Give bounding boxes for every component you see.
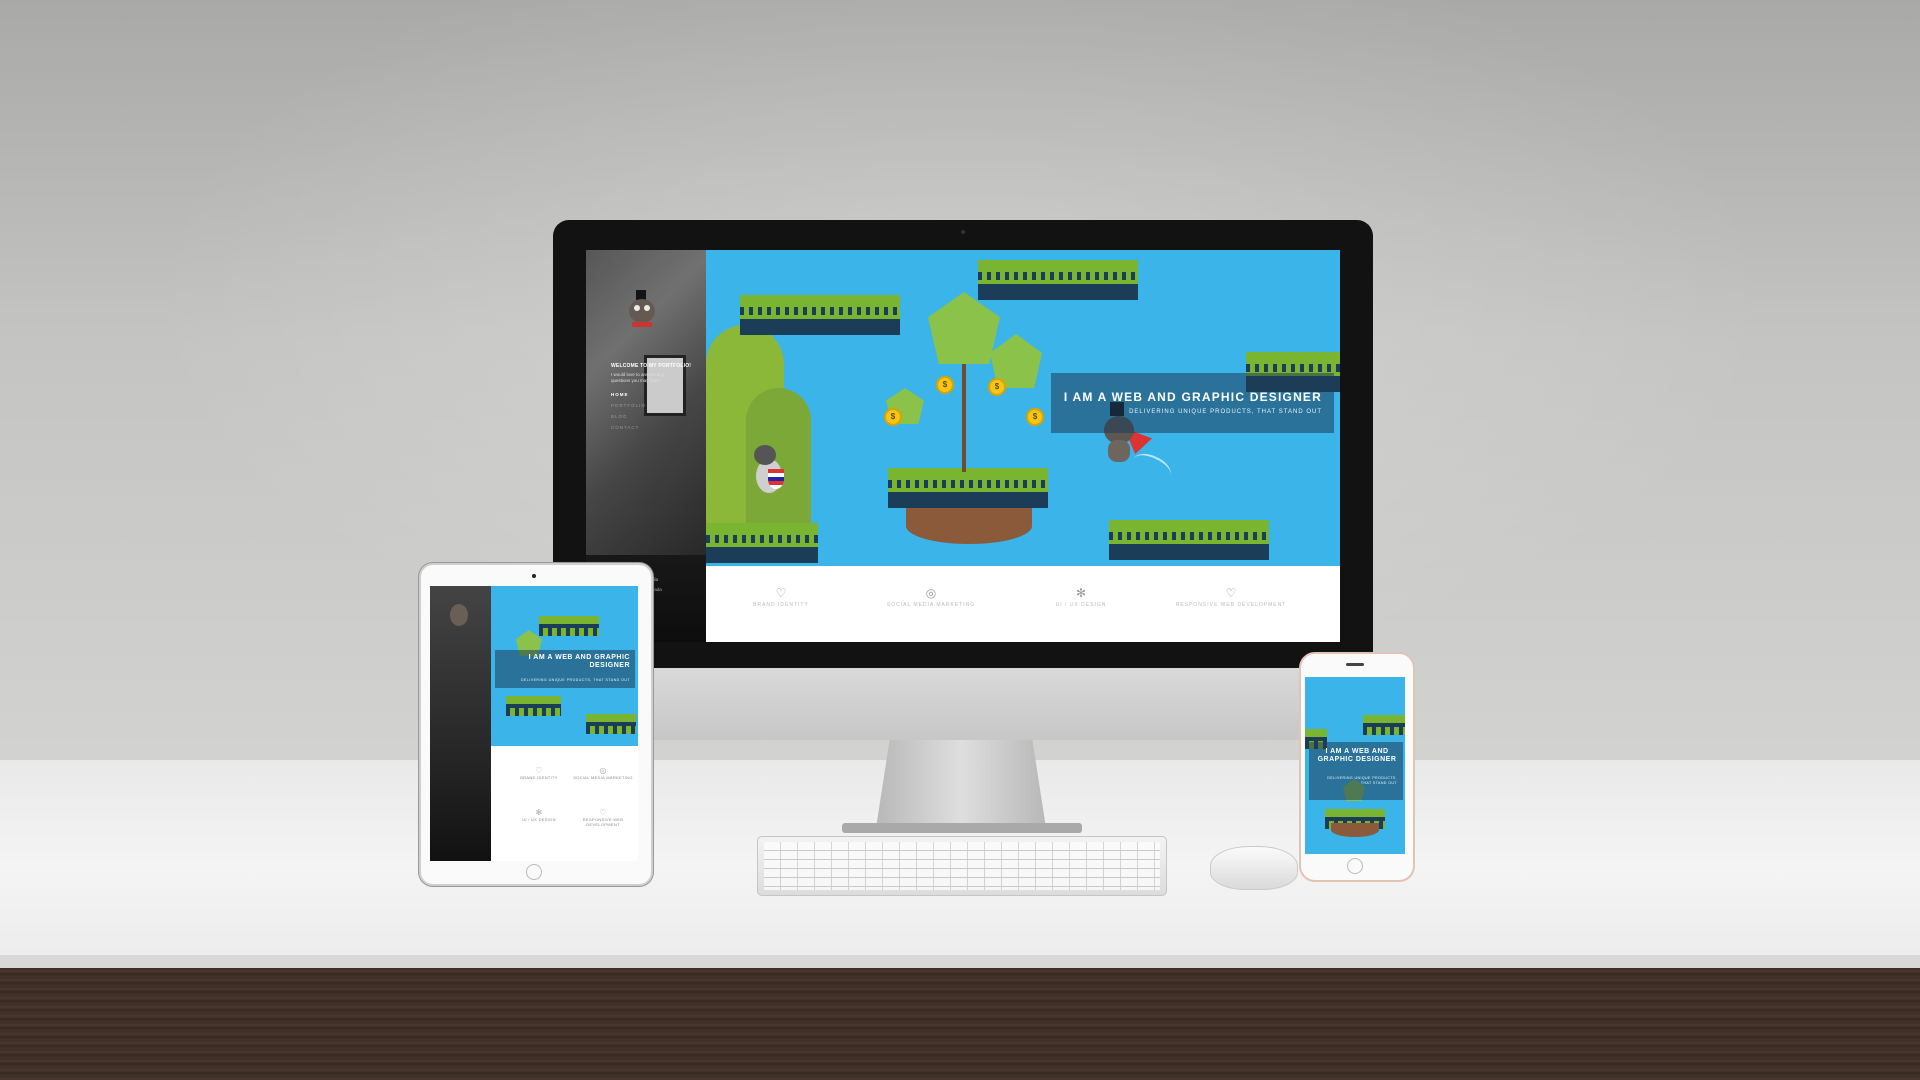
- service-ui-ux[interactable]: ✻ UI / UX DESIGN: [1006, 586, 1156, 608]
- nav-home[interactable]: HOME: [611, 392, 629, 397]
- phone-website: I AM A WEB AND GRAPHIC DESIGNER DELIVERI…: [1305, 677, 1405, 854]
- tablet-sidebar: [430, 586, 491, 861]
- tablet-service[interactable]: ♡ BRAND IDENTITY: [504, 766, 574, 780]
- raccoon-eye-right: [644, 305, 650, 311]
- heart-icon: ♡: [599, 808, 607, 817]
- tablet-service[interactable]: ◎ SOCIAL MEDIA MARKETING: [568, 766, 638, 780]
- gear-icon: ✻: [535, 808, 543, 817]
- lightbulb-icon: ♡: [775, 586, 787, 600]
- imac-chin: [553, 668, 1373, 740]
- jet-trail: [1129, 448, 1175, 486]
- hero-title: I AM A WEB AND GRAPHIC DESIGNER: [1063, 390, 1322, 404]
- nav-contact[interactable]: CONTACT: [611, 425, 639, 430]
- tablet-hero-banner: I AM A WEB AND GRAPHIC DESIGNER DELIVERI…: [495, 650, 635, 688]
- raccoon-face: [629, 299, 655, 323]
- tablet-service[interactable]: ♡ RESPONSIVE WEB DEVELOPMENT: [568, 808, 638, 827]
- platform-center: [888, 468, 1048, 508]
- speaker-icon: [1346, 663, 1364, 666]
- service-label: RESPONSIVE WEB DEVELOPMENT: [582, 817, 624, 827]
- phone-hero-banner: I AM A WEB AND GRAPHIC DESIGNER DELIVERI…: [1309, 742, 1403, 800]
- desk-wood-panel: [0, 968, 1920, 1080]
- platform: [586, 714, 636, 734]
- rabbit-shield: [768, 469, 784, 489]
- target-icon: ◎: [599, 766, 607, 775]
- heart-icon: ♡: [1225, 586, 1237, 600]
- service-label: UI / UX DESIGN: [1055, 602, 1107, 608]
- sidebar-background-photo: [586, 250, 706, 555]
- red-scarf: [632, 322, 652, 327]
- imac-stand-foot: [842, 823, 1082, 833]
- platform-bottom-right: [1109, 520, 1269, 560]
- mouse: [1210, 846, 1298, 890]
- service-brand-identity[interactable]: ♡ BRAND IDENTITY: [706, 586, 856, 608]
- desk-edge: [0, 955, 1920, 968]
- coin-icon: $: [936, 376, 954, 394]
- coin-icon: $: [1026, 408, 1044, 426]
- hero-subtitle: DELIVERING UNIQUE PRODUCTS, THAT STAND O…: [1129, 409, 1322, 415]
- lightbulb-icon: ♡: [535, 766, 543, 775]
- floating-island-dirt: [1331, 823, 1379, 837]
- raccoon-logo: [450, 604, 468, 626]
- camera-icon: [961, 230, 965, 234]
- phone-hero-title: I AM A WEB AND GRAPHIC DESIGNER: [1317, 748, 1397, 763]
- platform: [539, 616, 599, 636]
- target-icon: ◎: [925, 586, 937, 600]
- nav-portfolio[interactable]: PORTFOLIO: [611, 403, 646, 408]
- tablet-hero-title: I AM A WEB AND GRAPHIC DESIGNER: [528, 654, 630, 669]
- tablet-website: I AM A WEB AND GRAPHIC DESIGNER DELIVERI…: [430, 586, 638, 861]
- tree-canopy-large: [928, 292, 1000, 364]
- service-label: UI / UX DESIGN: [522, 817, 556, 822]
- platform-left-bottom: [706, 523, 818, 563]
- service-social-media[interactable]: ◎ SOCIAL MEDIA MARKETING: [856, 586, 1006, 608]
- nav-blog[interactable]: BLOG: [611, 414, 628, 419]
- floating-island-dirt: [906, 508, 1032, 544]
- service-label: RESPONSIVE WEB DEVELOPMENT: [1175, 602, 1287, 608]
- welcome-title: WELCOME TO MY PORTFOLIO!: [611, 363, 692, 369]
- raccoon-logo[interactable]: [626, 290, 658, 334]
- hero-banner: I AM A WEB AND GRAPHIC DESIGNER DELIVERI…: [1051, 373, 1334, 433]
- service-label: BRAND IDENTITY: [520, 775, 558, 780]
- phone-hero-subtitle: DELIVERING UNIQUE PRODUCTS, THAT STAND O…: [1327, 776, 1397, 785]
- platform-top-center: [978, 260, 1138, 300]
- coin-icon: $: [988, 378, 1006, 396]
- welcome-text: I would love to answer any questions you…: [611, 372, 665, 383]
- hero-game-scene: $ $ $ $ I AM A WEB AND GRAPHIC DESIGNER …: [706, 250, 1340, 566]
- rabbit-head: [754, 445, 776, 465]
- platform: [506, 696, 561, 716]
- platform-top-left: [740, 295, 900, 335]
- tablet-hero-subtitle: DELIVERING UNIQUE PRODUCTS, THAT STAND O…: [520, 678, 630, 682]
- imac-stand: [876, 740, 1046, 828]
- coin-icon: $: [884, 408, 902, 426]
- service-responsive-web[interactable]: ♡ RESPONSIVE WEB DEVELOPMENT: [1156, 586, 1306, 608]
- gear-icon: ✻: [1075, 586, 1087, 600]
- desktop-website: WELCOME TO MY PORTFOLIO! I would love to…: [586, 250, 1340, 642]
- platform: [1305, 729, 1327, 749]
- tree-trunk: [962, 360, 966, 472]
- raccoon-body: [1108, 440, 1130, 462]
- camera-icon: [532, 574, 536, 578]
- service-label: SOCIAL MEDIA MARKETING: [886, 602, 976, 608]
- home-button[interactable]: [526, 864, 542, 880]
- rabbit-character: [752, 445, 786, 505]
- keyboard: [757, 836, 1167, 896]
- platform: [1325, 809, 1385, 829]
- home-button[interactable]: [1347, 858, 1363, 874]
- service-label: SOCIAL MEDIA MARKETING: [573, 775, 633, 780]
- services-strip: ♡ BRAND IDENTITY ◎ SOCIAL MEDIA MARKETIN…: [706, 566, 1340, 642]
- service-label: BRAND IDENTITY: [753, 602, 809, 608]
- raccoon-eye-left: [634, 305, 640, 311]
- tablet-service[interactable]: ✻ UI / UX DESIGN: [504, 808, 574, 822]
- platform: [1363, 715, 1405, 735]
